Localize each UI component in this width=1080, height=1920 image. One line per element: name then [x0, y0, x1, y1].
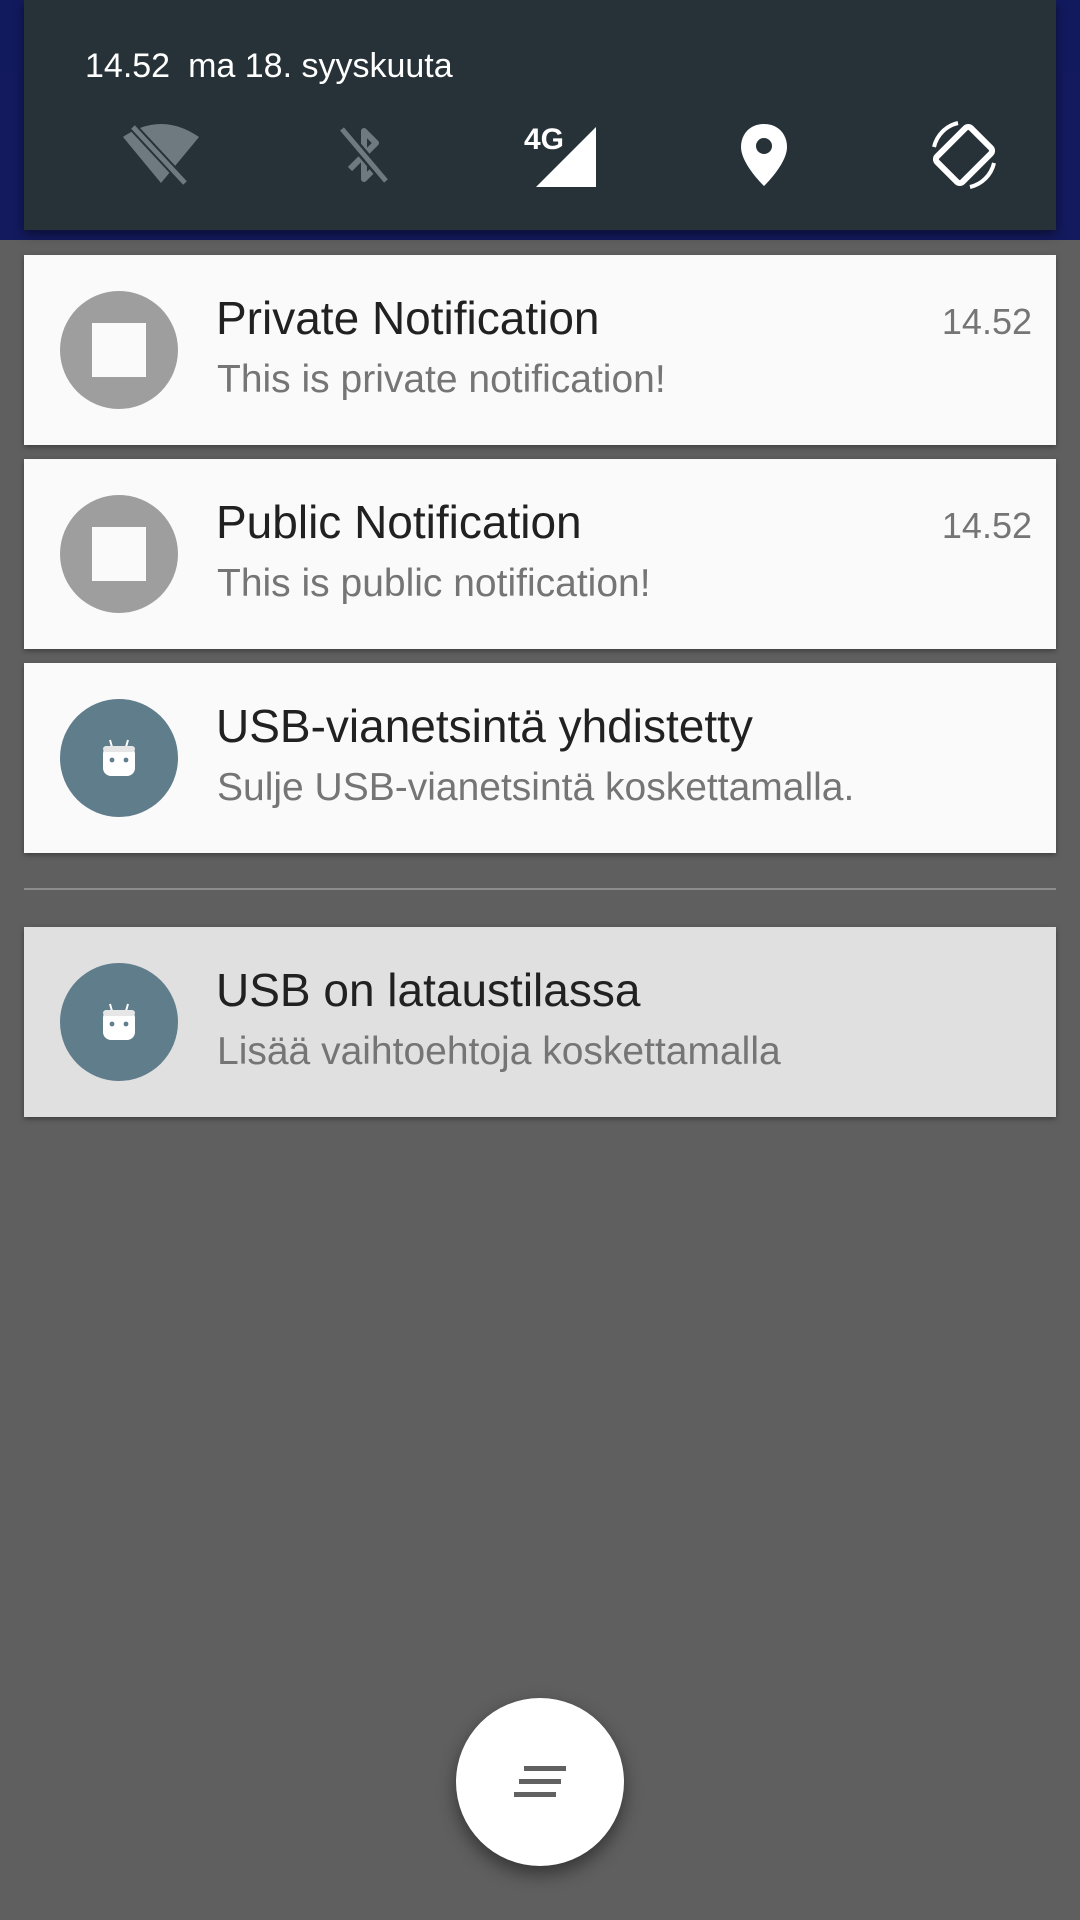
- notification-title: USB on lataustilassa: [216, 964, 641, 1016]
- notification-icon: [60, 699, 178, 817]
- notification-text: Sulje USB-vianetsintä koskettamalla.: [217, 766, 855, 809]
- notification-icon: [60, 495, 178, 613]
- network-type-label: 4G: [524, 123, 564, 156]
- notification-icon: [60, 963, 178, 1081]
- notification-time: 14.52: [941, 301, 1032, 342]
- notification-usb-charging[interactable]: USB on lataustilassa Lisää vaihtoehtoja …: [24, 927, 1056, 1117]
- header-time: 14.52: [85, 47, 171, 85]
- stop-icon: [92, 527, 146, 581]
- wifi-off-icon[interactable]: [121, 115, 201, 195]
- notification-usb-debugging[interactable]: USB-vianetsintä yhdistetty Sulje USB-via…: [24, 663, 1056, 853]
- notification-text: Lisää vaihtoehtoja koskettamalla: [217, 1030, 781, 1073]
- notification-title: Private Notification: [216, 292, 600, 344]
- notification-text: This is private notification!: [217, 358, 666, 401]
- notification-time: 14.52: [941, 505, 1032, 546]
- bluetooth-off-icon[interactable]: [324, 115, 404, 195]
- header-date: ma 18. syyskuuta: [188, 47, 453, 85]
- notification-title: USB-vianetsintä yhdistetty: [216, 700, 753, 752]
- android-icon: [103, 1003, 135, 1040]
- clear-all-button[interactable]: [456, 1698, 624, 1866]
- header-datetime[interactable]: 14.52 ma 18. syyskuuta: [85, 44, 453, 88]
- android-icon: [103, 739, 135, 776]
- quick-settings-panel: 14.52 ma 18. syyskuuta 4G: [24, 0, 1056, 230]
- location-icon[interactable]: [724, 115, 804, 195]
- ongoing-divider: [24, 888, 1056, 890]
- notification-icon: [60, 291, 178, 409]
- stop-icon: [92, 323, 146, 377]
- cellular-signal-icon[interactable]: 4G: [524, 115, 604, 195]
- notification-private[interactable]: Private Notification This is private not…: [24, 255, 1056, 445]
- notification-title: Public Notification: [216, 496, 582, 548]
- notification-public[interactable]: Public Notification This is public notif…: [24, 459, 1056, 649]
- clear-all-icon: [514, 1766, 566, 1797]
- notification-text: This is public notification!: [217, 562, 651, 605]
- quick-settings-row: 4G: [24, 115, 1056, 195]
- auto-rotate-icon[interactable]: [924, 115, 1004, 195]
